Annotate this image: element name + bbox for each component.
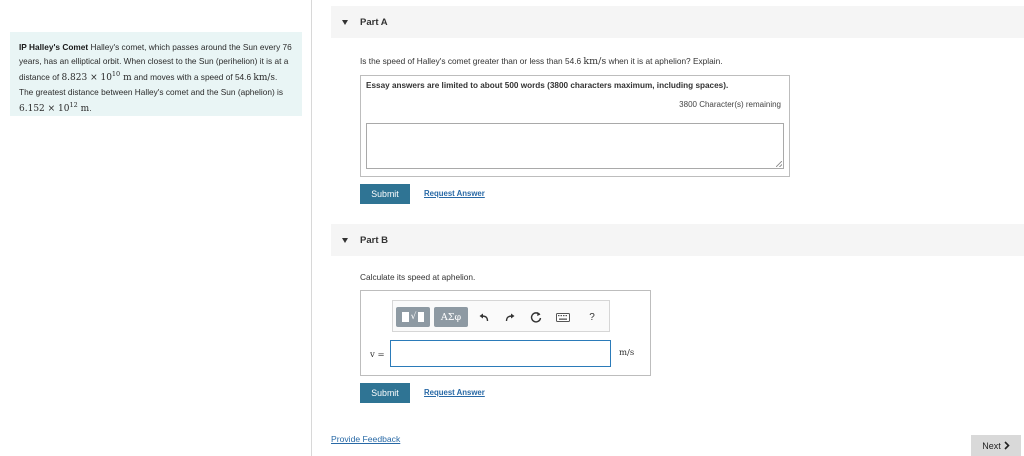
greek-symbols-button[interactable]: ΑΣφ xyxy=(434,307,468,327)
part-a-request-answer-link[interactable]: Request Answer xyxy=(424,189,485,198)
essay-answer-box: Essay answers are limited to about 500 w… xyxy=(360,75,790,177)
templates-button[interactable]: √ xyxy=(396,307,430,327)
assignment-page: IP Halley's Comet Halley's comet, which … xyxy=(0,0,1024,456)
problem-text-2: and moves with a speed of xyxy=(131,72,235,83)
caret-down-icon[interactable] xyxy=(342,237,348,243)
part-b-header[interactable]: Part B xyxy=(331,224,1024,256)
aphelion-distance: 6.152 × 1012 m xyxy=(19,101,90,115)
perihelion-distance: 8.823 × 1010 m xyxy=(61,70,132,84)
undo-icon[interactable] xyxy=(477,309,491,325)
essay-textarea[interactable] xyxy=(366,123,784,169)
problem-statement: IP Halley's Comet Halley's comet, which … xyxy=(10,32,302,116)
column-divider xyxy=(311,0,312,456)
reset-icon[interactable] xyxy=(529,309,543,325)
part-a-header[interactable]: Part A xyxy=(331,6,1024,38)
caret-down-icon[interactable] xyxy=(342,19,348,25)
part-b-request-answer-link[interactable]: Request Answer xyxy=(424,388,485,397)
part-a-title: Part A xyxy=(360,16,388,28)
essay-limit-note: Essay answers are limited to about 500 w… xyxy=(366,81,729,90)
units-label: m/s xyxy=(619,348,635,358)
next-button[interactable]: Next xyxy=(971,435,1021,456)
part-b-question: Calculate its speed at aphelion. xyxy=(360,272,476,282)
speed-unit: km/s xyxy=(253,73,276,84)
equation-toolbar: √ ΑΣφ ? xyxy=(392,300,610,332)
square-template-icon xyxy=(401,312,409,322)
variable-label: v = xyxy=(370,350,385,360)
part-a-submit-button[interactable]: Submit xyxy=(360,184,410,204)
square-template-icon xyxy=(418,312,425,322)
keyboard-icon[interactable] xyxy=(556,309,570,325)
chevron-right-icon xyxy=(1004,441,1010,450)
equation-editor: √ ΑΣφ ? v = m/s xyxy=(360,290,651,376)
resize-grip-icon[interactable] xyxy=(776,161,782,167)
redo-icon[interactable] xyxy=(503,309,517,325)
perihelion-speed: 54.6 xyxy=(234,72,252,83)
characters-remaining: 3800 Character(s) remaining xyxy=(679,100,781,109)
problem-title: IP Halley's Comet xyxy=(19,42,89,52)
part-b-title: Part B xyxy=(360,234,388,246)
next-label: Next xyxy=(982,440,1001,451)
help-icon[interactable]: ? xyxy=(585,309,599,325)
provide-feedback-link[interactable]: Provide Feedback xyxy=(331,434,400,444)
part-a-question: Is the speed of Halley's comet greater t… xyxy=(360,56,723,67)
part-b-submit-button[interactable]: Submit xyxy=(360,383,410,403)
answer-input[interactable] xyxy=(390,340,611,367)
radical-icon: √ xyxy=(410,312,417,322)
